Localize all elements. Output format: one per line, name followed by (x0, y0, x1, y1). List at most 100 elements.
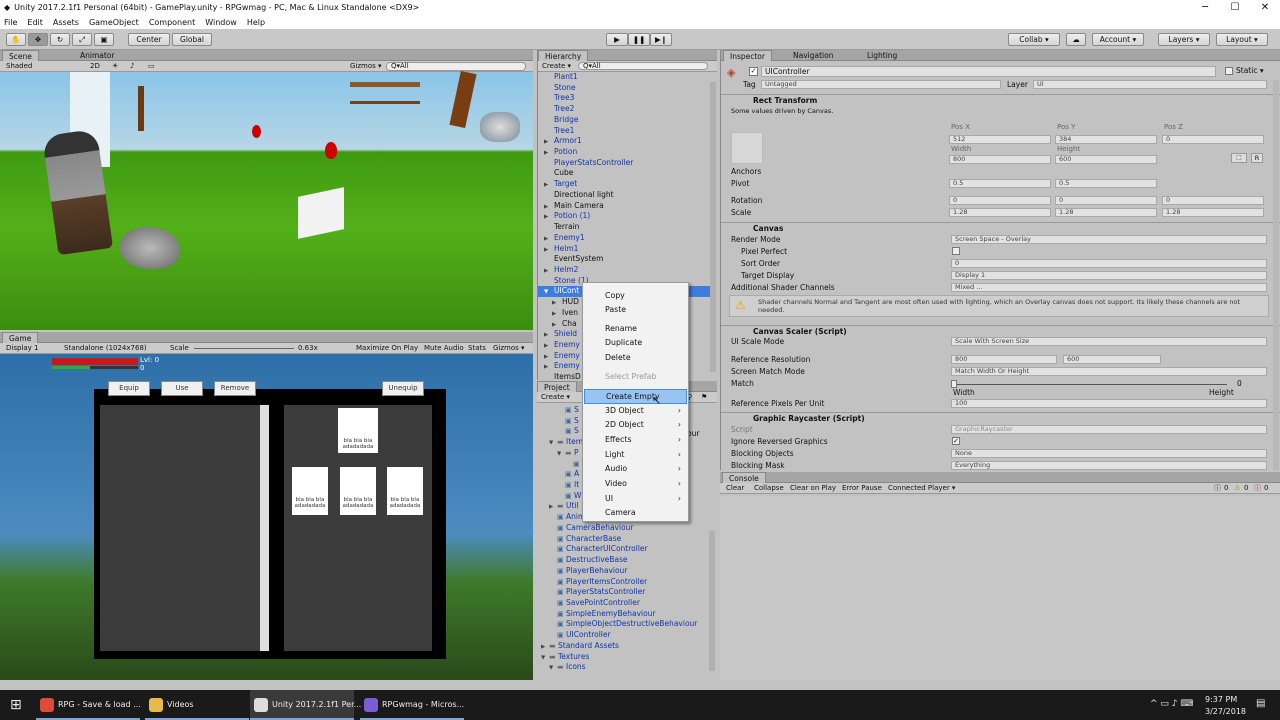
rotation-y-field[interactable]: 0 (1055, 196, 1157, 205)
ref-res-x-field[interactable]: 800 (951, 355, 1057, 364)
console-collapse-button[interactable]: Collapse (754, 483, 784, 493)
project-scrollbar[interactable] (709, 531, 715, 671)
layers-button[interactable]: Layers ▾ (1158, 33, 1210, 46)
ref-res-y-field[interactable]: 600 (1063, 355, 1161, 364)
context-menu-item-effects[interactable]: Effects › (584, 433, 687, 448)
project-item[interactable]: ▣ Anim (537, 512, 585, 523)
tab-navigation[interactable]: Navigation (787, 50, 839, 61)
project-item[interactable]: ▼ ▬ P (537, 448, 579, 459)
project-item[interactable]: ▣ (537, 459, 582, 470)
project-item[interactable]: ▼ ▬ Icons (537, 662, 586, 673)
context-menu-item-duplicate[interactable]: Duplicate (584, 336, 687, 351)
anchor-preset-icon[interactable] (731, 132, 763, 164)
project-item[interactable]: ▶ ▬ Util (537, 501, 579, 512)
audio-toggle-icon[interactable]: ♪ (130, 61, 134, 71)
ui-scale-mode-dropdown[interactable]: Scale With Screen Size (951, 337, 1267, 346)
project-item[interactable]: ▣ CharacterUIController (537, 544, 648, 555)
ignore-reversed-checkbox[interactable]: ✓ (952, 437, 960, 445)
equip-slot-head[interactable]: bla bla bla adadadada (338, 408, 378, 453)
inspector-scrollbar[interactable] (1273, 80, 1279, 470)
static-dropdown[interactable]: Static ▾ (1236, 66, 1264, 75)
tab-inspector[interactable]: Inspector (723, 50, 772, 61)
hierarchy-search-input[interactable]: Q▾All (578, 62, 708, 70)
context-menu-item-light[interactable]: Light › (584, 448, 687, 463)
match-slider[interactable] (953, 384, 1227, 385)
project-item[interactable]: ▣ S (537, 416, 579, 427)
rotation-x-field[interactable]: 0 (949, 196, 1051, 205)
active-checkbox[interactable]: ✓ (749, 67, 758, 76)
console-clear-button[interactable]: Clear (726, 483, 744, 493)
hierarchy-item[interactable]: Tree2 (538, 104, 710, 115)
project-item[interactable]: ▣ PlayerStatsController (537, 587, 645, 598)
project-item[interactable]: ▣ SavePointController (537, 598, 640, 609)
pivot-x-field[interactable]: 0.5 (949, 179, 1051, 188)
context-menu-item-copy[interactable]: Copy (584, 289, 687, 304)
equip-slot-body[interactable]: bla bla bla adadadada (340, 467, 376, 515)
console-clear-on-play-button[interactable]: Clear on Play (790, 483, 836, 493)
hierarchy-item[interactable]: Tree3 (538, 93, 710, 104)
lighting-toggle-icon[interactable]: ☀ (112, 61, 118, 71)
taskbar-app[interactable]: RPGwmag - Micros... (360, 690, 464, 720)
scale-y-field[interactable]: 1.28 (1055, 208, 1157, 217)
use-button[interactable]: Use (161, 381, 203, 396)
unequip-button[interactable]: Unequip (382, 381, 424, 396)
hierarchy-item[interactable]: ▶ Helm1 (538, 244, 710, 255)
rotate-tool-icon[interactable]: ↻ (50, 33, 70, 46)
project-item[interactable]: ▣ It (537, 480, 579, 491)
project-item[interactable]: ▣ DestructiveBase (537, 555, 628, 566)
context-menu-item-rename[interactable]: Rename (584, 322, 687, 337)
posy-field[interactable]: 384 (1055, 135, 1157, 144)
hand-tool-icon[interactable]: ✋ (6, 33, 26, 46)
gameobject-name-input[interactable]: UIController (761, 66, 1216, 77)
inventory-scrollbar[interactable] (260, 405, 269, 651)
taskbar-app[interactable]: Videos (145, 690, 249, 720)
menu-edit[interactable]: Edit (27, 18, 43, 27)
console-connected-player-dropdown[interactable]: Connected Player ▾ (888, 483, 955, 493)
pivot-global-button[interactable]: Global (172, 33, 212, 46)
hierarchy-create-button[interactable]: Create ▾ (542, 61, 571, 71)
canvas-scaler-header[interactable]: Canvas Scaler (Script) (721, 325, 1280, 337)
rect-transform-header[interactable]: Rect Transform (721, 94, 1280, 106)
project-item[interactable]: ▣ SimpleObjectDestructiveBehaviour (537, 619, 697, 630)
pivot-center-button[interactable]: Center (128, 33, 170, 46)
menu-gameobject[interactable]: GameObject (89, 18, 139, 27)
project-item[interactable]: ▣ S (537, 405, 579, 416)
project-item[interactable]: ▣ UIController (537, 630, 611, 641)
context-menu-item-create-empty[interactable]: Create Empty (584, 389, 687, 404)
taskbar-app[interactable]: Unity 2017.2.1f1 Per... (250, 690, 361, 720)
hierarchy-item[interactable]: Directional light (538, 190, 710, 201)
canvas-header[interactable]: Canvas (721, 222, 1280, 234)
menu-help[interactable]: Help (247, 18, 265, 27)
shading-dropdown[interactable]: Shaded (6, 61, 32, 71)
blocking-objects-dropdown[interactable]: None (951, 449, 1267, 458)
collab-button[interactable]: Collab ▾ (1008, 33, 1060, 46)
hierarchy-item[interactable]: Cube (538, 168, 710, 179)
notifications-icon[interactable]: ▤ (1256, 698, 1265, 709)
context-menu-item-ui[interactable]: UI › (584, 492, 687, 507)
remove-button[interactable]: Remove (214, 381, 256, 396)
taskbar-app[interactable]: RPG - Save & load ... (36, 690, 141, 720)
maximize-icon[interactable]: ☐ (1220, 0, 1250, 15)
render-mode-dropdown[interactable]: Screen Space - Overlay (951, 235, 1267, 244)
rotation-z-field[interactable]: 0 (1162, 196, 1264, 205)
menu-window[interactable]: Window (205, 18, 237, 27)
resolution-dropdown[interactable]: Standalone (1024x768) (64, 343, 147, 353)
tab-console[interactable]: Console (722, 472, 766, 483)
scale-tool-icon[interactable]: ⤢ (72, 33, 92, 46)
hierarchy-item[interactable]: PlayerStatsController (538, 158, 710, 169)
effects-toggle-icon[interactable]: ▭ (148, 61, 155, 71)
static-checkbox[interactable] (1225, 67, 1233, 75)
anchors-foldout[interactable]: Anchors (731, 166, 761, 177)
hierarchy-item[interactable]: ▶ Main Camera (538, 201, 710, 212)
tab-game[interactable]: Game (2, 332, 39, 343)
game-viewport[interactable]: Lvl: 0 0 Equip Use Remove Unequip bla bl… (0, 354, 533, 680)
menu-file[interactable]: File (4, 18, 17, 27)
pixels-per-unit-field[interactable]: 100 (951, 399, 1267, 408)
hierarchy-item[interactable]: ▶ Target (538, 179, 710, 190)
project-item[interactable]: ▣ W (537, 491, 581, 502)
2d-toggle[interactable]: 2D (90, 61, 100, 71)
console-error-pause-button[interactable]: Error Pause (842, 483, 882, 493)
tab-project[interactable]: Project (537, 381, 577, 392)
hierarchy-item[interactable]: Stone (538, 83, 710, 94)
pivot-y-field[interactable]: 0.5 (1055, 179, 1157, 188)
